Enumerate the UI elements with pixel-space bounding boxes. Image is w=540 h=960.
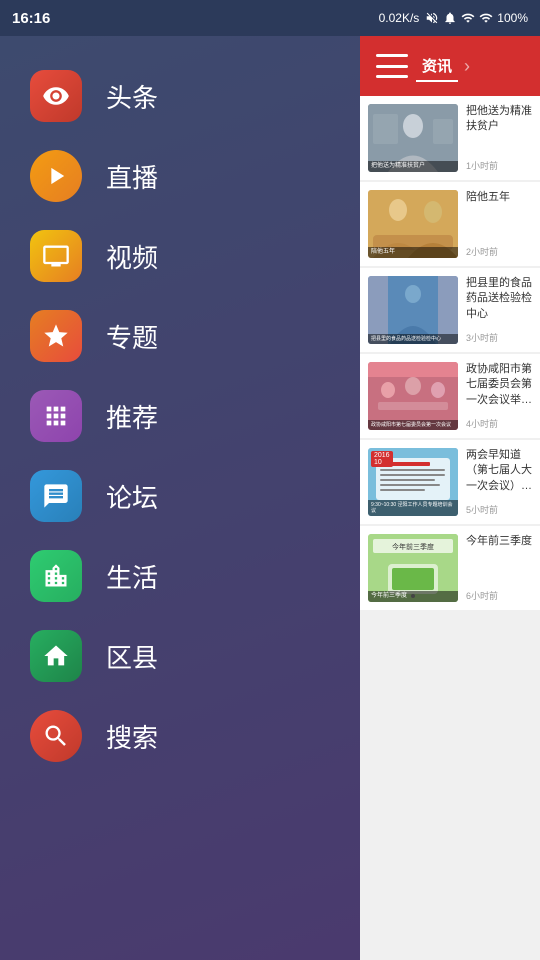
play-icon bbox=[42, 162, 70, 190]
status-bar: 16:16 0.02K/s 100% bbox=[0, 0, 540, 36]
luntan-label: 论坛 bbox=[106, 478, 158, 515]
right-panel: 资讯 › bbox=[360, 36, 540, 960]
news-item[interactable]: 陪他五年 陪他五年 2小时前 bbox=[360, 182, 540, 266]
news-time: 6小时前 bbox=[466, 589, 532, 602]
status-time: 16:16 bbox=[12, 10, 50, 27]
sidebar-item-luntan[interactable]: 论坛 bbox=[0, 456, 360, 536]
news-title: 今年前三季度 bbox=[466, 534, 532, 549]
chat-icon bbox=[42, 482, 70, 510]
zhibo-icon bbox=[30, 150, 82, 202]
news-title: 政协咸阳市第七届委员会第一次会议举行召集人会议 bbox=[466, 362, 532, 408]
news-title: 陪他五年 bbox=[466, 190, 532, 205]
tuijian-label: 推荐 bbox=[106, 398, 158, 435]
hamburger-line-2 bbox=[376, 65, 408, 68]
sidebar-item-sousuo[interactable]: 搜索 bbox=[0, 696, 360, 776]
building-icon bbox=[42, 562, 70, 590]
luntan-icon bbox=[30, 470, 82, 522]
status-right: 0.02K/s 100% bbox=[379, 11, 528, 25]
sidebar-item-shipin[interactable]: 视频 bbox=[0, 216, 360, 296]
news-title: 把县里的食品药品送检验检中心 bbox=[466, 276, 532, 322]
news-time: 4小时前 bbox=[466, 417, 532, 430]
news-thumb: 把县里的食品药品送检验检中心 bbox=[368, 276, 458, 344]
tuijian-icon bbox=[30, 390, 82, 442]
thumb-caption-2: 陪他五年 bbox=[368, 247, 458, 258]
quxian-icon bbox=[30, 630, 82, 682]
sidebar-item-zhuanti[interactable]: 专题 bbox=[0, 296, 360, 376]
news-title: 把他送为精准扶贫户 bbox=[466, 104, 532, 135]
news-time: 2小时前 bbox=[466, 245, 532, 258]
sidebar-item-shenghuo[interactable]: 生活 bbox=[0, 536, 360, 616]
news-title: 两会早知道（第七届人大一次会议）泾阳工作人员专题培训会议 bbox=[466, 448, 532, 494]
news-meta: 两会早知道（第七届人大一次会议）泾阳工作人员专题培训会议 5小时前 bbox=[466, 448, 532, 516]
tv-icon bbox=[42, 242, 70, 270]
star-icon bbox=[42, 322, 70, 350]
thumb-caption-4: 政协咸阳市第七届委员会第一次会议 bbox=[368, 420, 458, 430]
news-time: 1小时前 bbox=[466, 159, 532, 172]
shipin-icon bbox=[30, 230, 82, 282]
sousuo-label: 搜索 bbox=[106, 718, 158, 755]
alarm-icon bbox=[443, 11, 457, 25]
news-meta: 把县里的食品药品送检验检中心 3小时前 bbox=[466, 276, 532, 344]
home-icon bbox=[42, 642, 70, 670]
news-item[interactable]: 把他送为精准扶贫户 把他送为精准扶贫户 1小时前 bbox=[360, 96, 540, 180]
quxian-label: 区县 bbox=[106, 638, 158, 675]
news-thumb: 把他送为精准扶贫户 bbox=[368, 104, 458, 172]
thumb-caption-3: 把县里的食品药品送检验检中心 bbox=[368, 334, 458, 344]
zhuanti-label: 专题 bbox=[106, 318, 158, 355]
shenghuo-label: 生活 bbox=[106, 558, 158, 595]
sidebar-item-zhibo[interactable]: 直播 bbox=[0, 136, 360, 216]
news-meta: 政协咸阳市第七届委员会第一次会议举行召集人会议 4小时前 bbox=[466, 362, 532, 430]
network-speed: 0.02K/s bbox=[379, 11, 420, 25]
thumb-caption-6: 今年前三季度 bbox=[368, 591, 458, 602]
sidebar-item-tuijian[interactable]: 推荐 bbox=[0, 376, 360, 456]
sidebar-item-toutiao[interactable]: 头条 bbox=[0, 56, 360, 136]
zhibo-label: 直播 bbox=[106, 158, 158, 195]
shipin-label: 视频 bbox=[106, 238, 158, 275]
signal-icon bbox=[479, 11, 493, 25]
tab-row: 资讯 › bbox=[408, 51, 524, 82]
news-item[interactable]: 201610 9:30~10:30 泾阳工作人员专题培训会议 两会早知道（第七届… bbox=[360, 440, 540, 524]
news-item[interactable]: 把县里的食品药品送检验检中心 把县里的食品药品送检验检中心 3小时前 bbox=[360, 268, 540, 352]
hamburger-line-1 bbox=[376, 54, 408, 57]
wifi-icon bbox=[461, 11, 475, 25]
search-icon bbox=[42, 722, 70, 750]
news-meta: 陪他五年 2小时前 bbox=[466, 190, 532, 258]
news-item[interactable]: 今年前三季度 今年前三季度 今年前三季度 6小时前 bbox=[360, 526, 540, 610]
battery-level: 100% bbox=[497, 11, 528, 25]
hamburger-line-3 bbox=[376, 75, 408, 78]
news-list: 把他送为精准扶贫户 把他送为精准扶贫户 1小时前 bbox=[360, 96, 540, 960]
main-layout: 头条 直播 视频 专题 推荐 bbox=[0, 36, 540, 960]
news-time: 3小时前 bbox=[466, 331, 532, 344]
sidebar-item-quxian[interactable]: 区县 bbox=[0, 616, 360, 696]
news-time: 5小时前 bbox=[466, 503, 532, 516]
grid-icon bbox=[42, 402, 70, 430]
news-thumb: 201610 9:30~10:30 泾阳工作人员专题培训会议 bbox=[368, 448, 458, 516]
thumb-caption-5: 9:30~10:30 泾阳工作人员专题培训会议 bbox=[368, 500, 458, 516]
news-meta: 把他送为精准扶贫户 1小时前 bbox=[466, 104, 532, 172]
thumb-caption-1: 把他送为精准扶贫户 bbox=[368, 161, 458, 172]
news-thumb: 政协咸阳市第七届委员会第一次会议 bbox=[368, 362, 458, 430]
toutiao-icon bbox=[30, 70, 82, 122]
thumb-tag-5: 201610 bbox=[371, 451, 393, 467]
toutiao-label: 头条 bbox=[106, 78, 158, 115]
news-thumb: 陪他五年 bbox=[368, 190, 458, 258]
sidebar: 头条 直播 视频 专题 推荐 bbox=[0, 36, 360, 960]
eye-icon bbox=[42, 82, 70, 110]
sousuo-icon bbox=[30, 710, 82, 762]
zhuanti-icon bbox=[30, 310, 82, 362]
tab-2[interactable]: › bbox=[458, 52, 476, 81]
hamburger-button[interactable] bbox=[376, 54, 408, 78]
news-thumb: 今年前三季度 今年前三季度 bbox=[368, 534, 458, 602]
shenghuo-icon bbox=[30, 550, 82, 602]
mute-icon bbox=[425, 11, 439, 25]
right-header: 资讯 › bbox=[360, 36, 540, 96]
news-item[interactable]: 政协咸阳市第七届委员会第一次会议 政协咸阳市第七届委员会第一次会议举行召集人会议… bbox=[360, 354, 540, 438]
tab-zixun[interactable]: 资讯 bbox=[416, 51, 458, 82]
status-icons: 100% bbox=[425, 11, 528, 25]
svg-text:今年前三季度: 今年前三季度 bbox=[392, 542, 434, 551]
news-meta: 今年前三季度 6小时前 bbox=[466, 534, 532, 602]
